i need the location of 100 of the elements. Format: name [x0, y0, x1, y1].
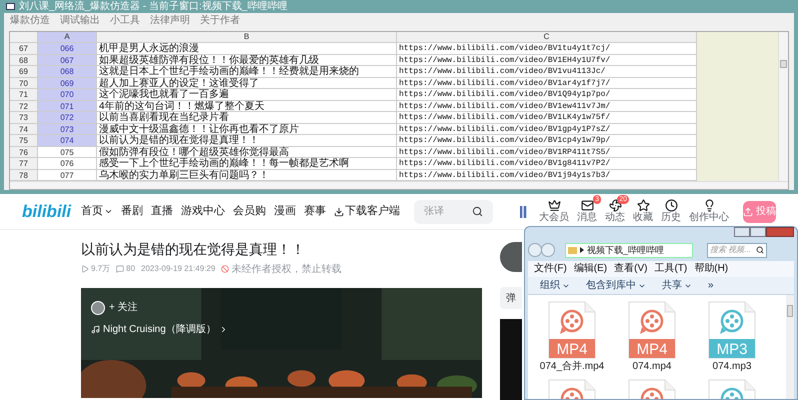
minimize-button[interactable]: [734, 227, 750, 237]
table-cell: 070: [38, 89, 97, 100]
row-header[interactable]: 75: [10, 135, 38, 146]
table-cell: 068: [38, 66, 97, 78]
table-cell: 074: [38, 135, 97, 146]
row-header[interactable]: 69: [10, 66, 38, 78]
row-header[interactable]: 73: [10, 112, 38, 124]
file-name[interactable]: 074.mp3: [712, 361, 752, 373]
comment-count: 80: [126, 263, 136, 275]
row-header[interactable]: 76: [10, 146, 38, 158]
table-cell: 如果超级英雄防弹有段位！！你最爱的英雄有几级: [97, 54, 397, 66]
danmaku-panel[interactable]: 弹: [500, 287, 522, 309]
table-cell: https://www.bilibili.com/video/BV1cp4y1w79p/: [397, 135, 697, 146]
table-cell: 067: [38, 54, 97, 66]
folder-icon: [568, 246, 577, 254]
toolbar-button[interactable]: 共享: [662, 280, 692, 290]
column-header[interactable]: A: [38, 32, 97, 43]
row-header[interactable]: 74: [10, 124, 38, 135]
nav-link[interactable]: 番剧: [121, 203, 144, 220]
music-title[interactable]: Night Cruising（降调版）: [103, 322, 216, 337]
copyright-notice: 未经作者授权，禁止转载: [231, 262, 342, 276]
table-cell: 感受一下上个世纪手绘动画的巅峰！！每一帧都是艺术啊: [97, 158, 397, 170]
file-name[interactable]: 074.mp4: [632, 361, 672, 373]
menu-item[interactable]: 编辑(E): [574, 264, 608, 274]
publish-date: 2023-09-19 21:49:29: [141, 263, 216, 275]
view-count: 9.7万: [91, 263, 110, 275]
video-player[interactable]: + 关注 Night Cruising（降调版）: [81, 288, 482, 398]
toolbar-button[interactable]: 组织: [540, 280, 570, 290]
video-file-icon[interactable]: [707, 301, 757, 359]
table-cell: 077: [38, 170, 97, 181]
table-cell: https://www.bilibili.com/video/BV1ew411v7Jm/: [397, 100, 697, 112]
nav-link[interactable]: 首页: [81, 203, 114, 220]
row-header[interactable]: 71: [10, 89, 38, 100]
table-cell: https://www.bilibili.com/video/BV1LK4y1w75f/: [397, 112, 697, 124]
crown-icon: [548, 199, 560, 212]
corner-header: [10, 32, 38, 43]
table-cell: 073: [38, 124, 97, 135]
scroll-thumb[interactable]: [787, 305, 793, 317]
header-action[interactable]: 创作中心: [685, 195, 733, 224]
nav-link[interactable]: 游戏中心: [181, 203, 226, 220]
menu-item[interactable]: 查看(V): [614, 264, 648, 274]
row-header[interactable]: 77: [10, 158, 38, 170]
address-bar[interactable]: 视频下载_哔哩哔哩: [565, 242, 693, 258]
column-header[interactable]: B: [97, 32, 397, 43]
table-cell: 066: [38, 43, 97, 54]
menu-item[interactable]: 法律声明: [150, 16, 190, 26]
file-name[interactable]: 074_合并.mp4: [540, 361, 604, 373]
nav-link[interactable]: 会员购: [233, 203, 266, 220]
star-icon: [636, 199, 650, 212]
caret-icon: [104, 207, 114, 216]
column-header[interactable]: C: [397, 32, 697, 43]
header-action[interactable]: 收藏: [629, 195, 657, 224]
table-cell: 072: [38, 112, 97, 124]
maximize-button[interactable]: [750, 227, 766, 237]
toolbar-button[interactable]: 包含到库中: [586, 280, 646, 290]
clock-icon: [664, 199, 678, 212]
table-cell: https://www.bilibili.com/video/BV1ar4y1f7j7/: [397, 78, 697, 89]
header-action[interactable]: 大会员: [535, 195, 573, 224]
window-title: 刘八课_网络流_爆款仿造器 - 当前子窗口:视频下载_哔哩哔哩: [19, 2, 288, 12]
file-type-label: MP3: [716, 342, 748, 357]
row-header[interactable]: 72: [10, 100, 38, 112]
close-button[interactable]: [766, 227, 794, 237]
breadcrumb-arrow-icon: [580, 247, 584, 253]
menu-item[interactable]: 关于作者: [200, 16, 240, 26]
vertical-scrollbar[interactable]: [778, 32, 788, 181]
vertical-scrollbar[interactable]: [786, 295, 794, 399]
horizontal-scrollbar[interactable]: [10, 181, 788, 189]
row-header[interactable]: 67: [10, 43, 38, 54]
nav-link[interactable]: 赛事: [304, 203, 326, 220]
video-file-icon[interactable]: [627, 301, 677, 359]
row-header[interactable]: 68: [10, 54, 38, 66]
follow-button[interactable]: + 关注: [109, 300, 138, 315]
table-cell: https://www.bilibili.com/video/BV1vu4113Jc/: [397, 66, 697, 78]
uploader-avatar[interactable]: [500, 242, 522, 272]
search-icon: [756, 246, 764, 254]
table-cell: 以前当喜剧看现在当纪录片看: [97, 112, 397, 124]
row-header[interactable]: 78: [10, 170, 38, 181]
forward-button[interactable]: [541, 243, 555, 257]
nav-link[interactable]: 下载客户端: [334, 203, 400, 220]
table-cell: 以前认为是错的现在觉得是真理！！: [97, 135, 397, 146]
menu-item[interactable]: 帮助(H): [694, 264, 728, 274]
menu-item[interactable]: 工具(T): [654, 264, 688, 274]
comment-icon: [116, 265, 124, 273]
nav-link[interactable]: 漫画: [274, 203, 296, 220]
video-file-icon[interactable]: [547, 301, 597, 359]
menu-item[interactable]: 调试输出: [60, 16, 100, 26]
video-title: 以前认为是错的现在觉得是真理！！: [81, 240, 306, 258]
menu-item[interactable]: 爆款仿造: [10, 16, 50, 26]
lightbulb-icon: [702, 199, 716, 212]
menu-item[interactable]: 文件(F): [534, 264, 567, 274]
grid-icon[interactable]: [520, 206, 527, 218]
menu-item[interactable]: 小工具: [110, 16, 140, 26]
more-button[interactable]: »: [708, 280, 714, 290]
header-action[interactable]: 历史: [657, 195, 685, 224]
app-icon: [6, 3, 15, 10]
back-button[interactable]: [528, 243, 542, 257]
table-cell: 076: [38, 158, 97, 170]
nav-link[interactable]: 直播: [151, 203, 174, 220]
row-header[interactable]: 70: [10, 78, 38, 89]
scroll-thumb[interactable]: [780, 60, 787, 68]
